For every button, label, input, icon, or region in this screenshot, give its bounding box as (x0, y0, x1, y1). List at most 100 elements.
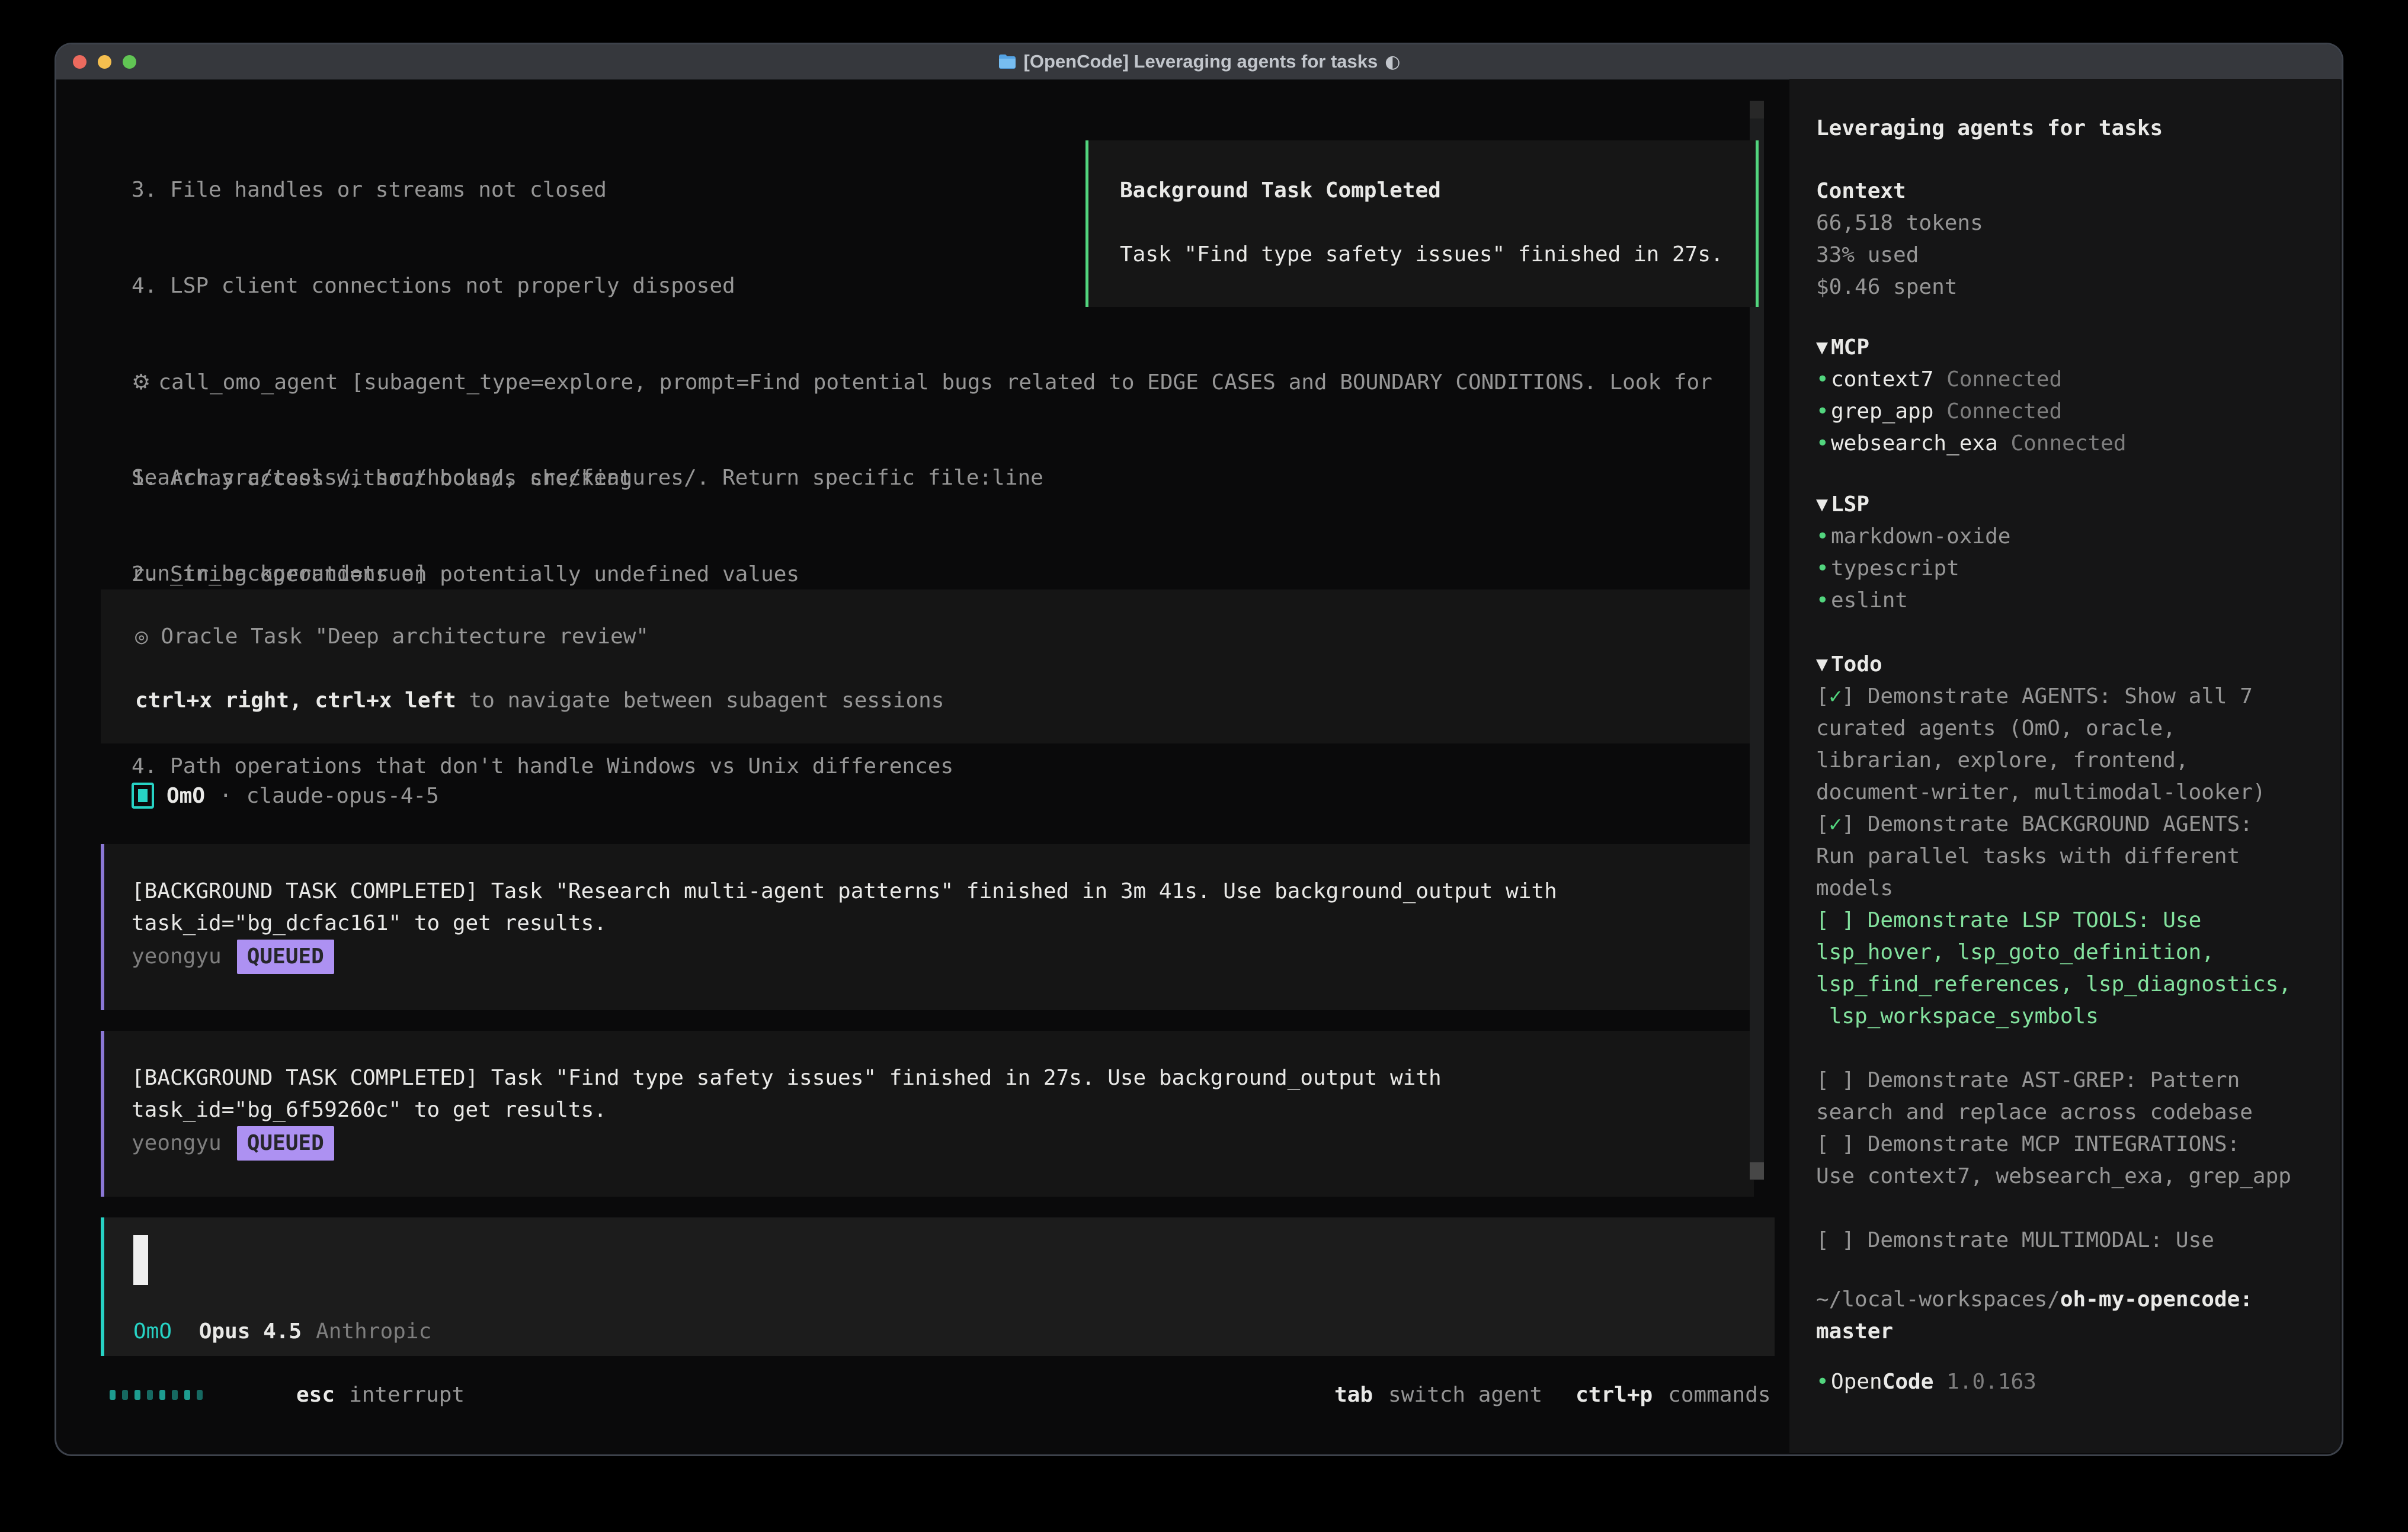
bullet-icon: • (1816, 428, 1831, 460)
window-title: [OpenCode] Leveraging agents for tasks ◐ (998, 51, 1401, 72)
version-row: •OpenCode 1.0.163 (1816, 1366, 2297, 1398)
commands-hint: ctrl+p commands (1576, 1379, 1770, 1411)
traffic-lights (73, 44, 136, 79)
task-card-meta: yeongyuQUEUED (132, 1126, 1754, 1161)
workspace-path-prefix: ~/local-workspaces/ (1816, 1287, 2060, 1312)
close-button[interactable] (73, 55, 87, 69)
username: yeongyu (132, 944, 222, 969)
input-model-name: Opus 4.5 (199, 1316, 302, 1348)
task-card-meta: yeongyu QUEUED (132, 940, 1754, 974)
background-task-notification: Background Task Completed Task "Find typ… (1085, 140, 1759, 307)
sidebar-title-block: Leveraging agents for tasks (1816, 113, 2297, 145)
checkbox-empty-icon (1829, 908, 1842, 932)
check-icon: ✓ (1829, 684, 1842, 709)
bullet-icon: • (1816, 1366, 1831, 1398)
status-badge: QUEUED (237, 940, 334, 974)
lsp-item: •eslint (1816, 585, 2297, 617)
todo-item: [ ] Demonstrate MULTIMODAL: Use (1816, 1225, 2297, 1257)
context-spent: $0.46 spent (1816, 271, 2297, 303)
todo-text: Demonstrate AST-GREP: Pattern search and… (1816, 1068, 2253, 1124)
notification-title: Background Task Completed (1120, 175, 1756, 207)
username: yeongyu (132, 1131, 222, 1155)
tool-call-line: 2. String operations on potentially unde… (132, 559, 1755, 591)
app-version: 1.0.163 (1946, 1366, 2036, 1398)
todo-text: Demonstrate AGENTS: Show all 7 curated a… (1816, 684, 2266, 805)
status-bar: esc interrupt tab switch agent ctrl+p co… (56, 1379, 1763, 1411)
esc-action: interrupt (349, 1379, 465, 1411)
mcp-name: context7 (1831, 364, 1933, 396)
mcp-name: websearch_exa (1831, 428, 1998, 460)
gear-icon: ⚙ (132, 367, 150, 399)
tool-call-line: 1. Array access without bounds checking (132, 463, 1755, 495)
tool-call-text: call_omo_agent [subagent_type=explore, p… (158, 370, 1712, 395)
todo-item: [✓] Demonstrate AGENTS: Show all 7 curat… (1816, 681, 2297, 809)
mcp-item: •context7 Connected (1816, 364, 2297, 396)
task-card-line: task_id="bg_6f59260c" to get results. (132, 1094, 1754, 1126)
bullet-icon: • (1816, 521, 1831, 553)
agent-model: claude-opus-4-5 (246, 784, 439, 808)
lsp-heading: LSP (1831, 489, 1869, 521)
hint-text: to navigate between subagent sessions (456, 688, 944, 713)
checkbox-empty-icon (1829, 1068, 1842, 1092)
mcp-section: ▼MCP •context7 Connected •grep_app Conne… (1816, 332, 2297, 460)
chevron-down-icon: ▼ (1816, 332, 1831, 364)
ctrlp-action: commands (1668, 1379, 1770, 1411)
switch-agent-hint: tab switch agent (1334, 1379, 1542, 1411)
hint-keys: ctrl+x right, ctrl+x left (135, 688, 456, 713)
chevron-down-icon: ▼ (1816, 489, 1831, 521)
interrupt-hint: esc interrupt (296, 1379, 465, 1411)
todo-header[interactable]: ▼Todo (1816, 649, 2297, 681)
app-name-bold: Code (1882, 1366, 1934, 1398)
input-provider-name: Anthropic (316, 1316, 431, 1348)
mcp-status: Connected (1946, 396, 2062, 428)
bullet-icon: • (1816, 553, 1831, 585)
agent-checkbox-icon (132, 783, 154, 809)
text-cursor (133, 1235, 148, 1285)
mcp-status: Connected (1946, 364, 2062, 396)
window-titlebar[interactable]: [OpenCode] Leveraging agents for tasks ◐ (56, 44, 2342, 80)
lsp-name: markdown-oxide (1831, 521, 2010, 553)
task-card: [BACKGROUND TASK COMPLETED] Task "Resear… (101, 844, 1754, 1010)
checkbox-empty-icon (1829, 1228, 1842, 1252)
main-scrollbar-top-cap (1750, 101, 1764, 118)
minimize-button[interactable] (98, 55, 111, 69)
workspace-repo: oh-my-opencode: (2060, 1287, 2253, 1312)
agent-name: OmO (166, 784, 205, 808)
bullet-icon: • (1816, 585, 1831, 617)
workspace-path: ~/local-workspaces/oh-my-opencode: (1816, 1284, 2297, 1316)
folder-icon (998, 53, 1017, 70)
app-name: Open (1831, 1366, 1882, 1398)
esc-key: esc (296, 1379, 335, 1411)
todo-heading: Todo (1831, 649, 1882, 681)
tab-key: tab (1334, 1379, 1373, 1411)
main-scrollbar-thumb[interactable] (1750, 1162, 1764, 1180)
todo-text: Demonstrate MCP INTEGRATIONS: Use contex… (1816, 1132, 2291, 1188)
lsp-item: •markdown-oxide (1816, 521, 2297, 553)
tool-call-line: 4. Path operations that don't handle Win… (132, 751, 1755, 783)
oracle-task-line: ◎ Oracle Task "Deep architecture review" (135, 621, 1754, 653)
todo-text: Demonstrate BACKGROUND AGENTS: Run paral… (1816, 812, 2253, 900)
mcp-item: •grep_app Connected (1816, 396, 2297, 428)
navigation-hint: ctrl+x right, ctrl+x left to navigate be… (135, 685, 1754, 717)
prompt-input[interactable]: OmO Opus 4.5 Anthropic (101, 1217, 1775, 1356)
terminal-window: [OpenCode] Leveraging agents for tasks ◐… (56, 44, 2342, 1454)
mcp-heading: MCP (1831, 332, 1869, 364)
mcp-item: •websearch_exa Connected (1816, 428, 2297, 460)
lsp-name: eslint (1831, 585, 1908, 617)
mcp-name: grep_app (1831, 396, 1933, 428)
zoom-button[interactable] (123, 55, 136, 69)
tool-call-line: ⚙ call_omo_agent [subagent_type=explore, … (132, 367, 1755, 399)
todo-item: [ ] Demonstrate LSP TOOLS: Use lsp_hover… (1816, 905, 2297, 1033)
version-block: •OpenCode 1.0.163 (1816, 1366, 2297, 1398)
todo-text: Demonstrate LSP TOOLS: Use lsp_hover, ls… (1816, 908, 2291, 1028)
spinner-dots-icon (110, 1390, 203, 1400)
chevron-down-icon: ▼ (1816, 649, 1831, 681)
task-card-line: [BACKGROUND TASK COMPLETED] Task "Find t… (132, 1062, 1754, 1094)
todo-item: [ ] Demonstrate AST-GREP: Pattern search… (1816, 1065, 2297, 1129)
mcp-header[interactable]: ▼MCP (1816, 332, 2297, 364)
input-model-row: OmO Opus 4.5 Anthropic (133, 1316, 431, 1348)
lsp-section: ▼LSP •markdown-oxide •typescript •eslint (1816, 489, 2297, 617)
todo-text: Demonstrate MULTIMODAL: Use (1868, 1228, 2214, 1252)
keybind-hints: tab switch agent ctrl+p commands (1334, 1379, 1771, 1411)
lsp-header[interactable]: ▼LSP (1816, 489, 2297, 521)
